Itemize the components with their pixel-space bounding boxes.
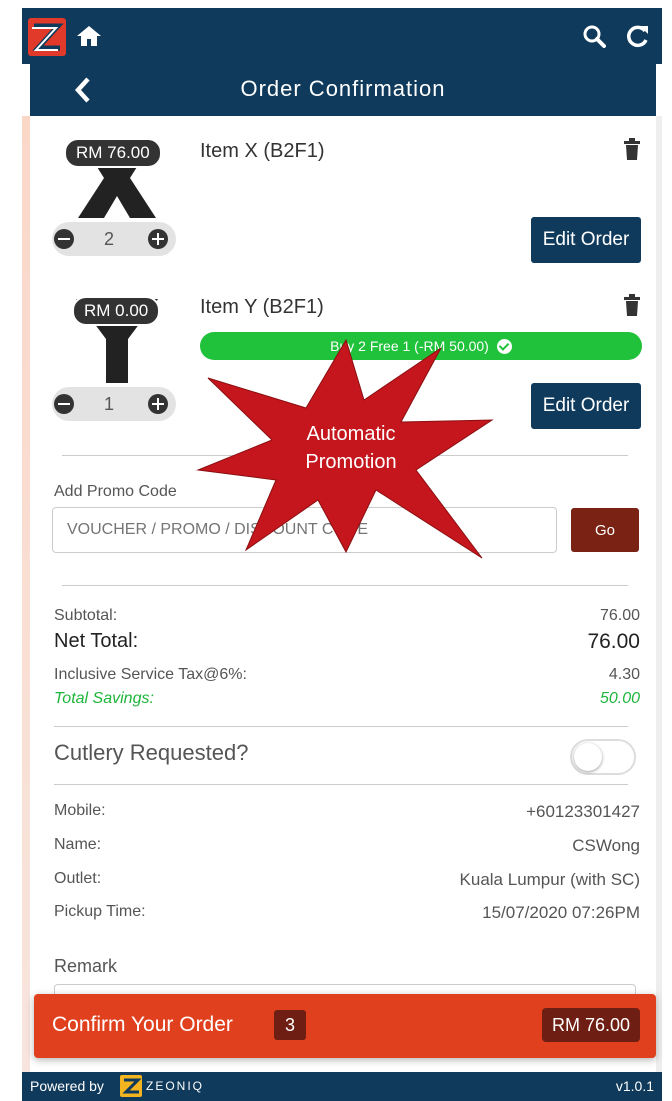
savings-value: 50.00 — [599, 690, 640, 707]
name-row: Name: CSWong — [54, 836, 640, 856]
mobile-value: +60123301427 — [526, 802, 640, 821]
top-app-bar — [22, 8, 662, 64]
apply-promo-button[interactable]: Go — [571, 508, 639, 552]
quantity-stepper: 1 — [52, 387, 176, 421]
edit-order-button[interactable]: Edit Order — [531, 217, 641, 263]
annotation-text: Automatic Promotion — [296, 420, 406, 476]
page-title: Order Confirmation — [240, 76, 446, 101]
tax-row: Inclusive Service Tax@6%: 4.30 — [54, 666, 640, 684]
pickup-row: Pickup Time: 15/07/2020 07:26PM — [54, 903, 640, 923]
tax-label: Inclusive Service Tax@6%: — [54, 666, 247, 683]
toggle-knob — [574, 743, 602, 771]
search-icon[interactable] — [582, 24, 606, 48]
zeoniq-logo-icon — [120, 1075, 142, 1097]
logo-mark-icon — [32, 23, 64, 51]
item-count-badge: 3 — [274, 1010, 306, 1040]
item-price: RM 76.00 — [64, 138, 162, 168]
subtotal-value: 76.00 — [599, 607, 640, 624]
net-total-value: 76.00 — [587, 630, 640, 653]
title-bar: Order Confirmation — [30, 64, 656, 116]
version-label: v1.0.1 — [615, 1078, 654, 1094]
home-icon[interactable] — [76, 24, 102, 48]
brand-name: ZEONIQ — [146, 1079, 205, 1093]
item-price: RM 0.00 — [72, 296, 161, 326]
outlet-value: Kuala Lumpur (with SC) — [459, 870, 640, 889]
powered-by-text: Powered by — [30, 1078, 104, 1094]
item-name: Item Y (B2F1) — [200, 296, 324, 318]
divider — [54, 784, 628, 785]
confirm-label: Confirm Your Order — [52, 1013, 233, 1036]
cutlery-toggle[interactable] — [570, 739, 636, 775]
cutlery-label: Cutlery Requested? — [54, 740, 249, 765]
pickup-value: 15/07/2020 07:26PM — [482, 903, 640, 922]
increment-button[interactable] — [148, 229, 168, 249]
net-total-label: Net Total: — [54, 630, 139, 652]
pickup-label: Pickup Time: — [54, 903, 146, 920]
edit-order-button[interactable]: Edit Order — [531, 383, 641, 429]
annotation-line: Promotion — [305, 451, 397, 473]
refresh-icon[interactable] — [626, 24, 650, 48]
savings-label: Total Savings: — [54, 690, 154, 707]
tax-value: 4.30 — [608, 666, 640, 683]
scrollbar-track[interactable] — [656, 116, 662, 1101]
quantity-value: 2 — [104, 229, 115, 249]
divider — [54, 726, 628, 727]
app-logo[interactable] — [28, 18, 66, 56]
remark-label: Remark — [54, 956, 118, 976]
subtotal-label: Subtotal: — [54, 607, 118, 624]
subtotal-row: Subtotal: 76.00 — [54, 607, 640, 625]
order-total-badge: RM 76.00 — [542, 1008, 640, 1042]
divider — [62, 585, 628, 586]
decrement-button[interactable] — [54, 229, 74, 249]
quantity-stepper: 2 — [52, 222, 176, 256]
trash-icon[interactable] — [623, 138, 641, 160]
mobile-label: Mobile: — [54, 802, 106, 819]
mobile-row: Mobile: +60123301427 — [54, 802, 640, 822]
confirm-order-button[interactable]: Confirm Your Order 3 RM 76.00 — [34, 994, 656, 1058]
footer: Powered by ZEONIQ v1.0.1 — [22, 1072, 662, 1101]
side-gutter — [22, 116, 30, 1101]
check-circle-icon — [496, 338, 512, 354]
promo-code-label: Add Promo Code — [54, 483, 177, 500]
net-total-row: Net Total: 76.00 — [54, 630, 640, 654]
increment-button[interactable] — [148, 394, 168, 414]
name-value: CSWong — [572, 836, 640, 855]
annotation-line: Automatic — [306, 423, 396, 445]
outlet-row: Outlet: Kuala Lumpur (with SC) — [54, 870, 640, 890]
quantity-value: 1 — [104, 394, 115, 414]
savings-row: Total Savings: 50.00 — [54, 690, 640, 708]
outlet-label: Outlet: — [54, 870, 102, 887]
decrement-button[interactable] — [54, 394, 74, 414]
trash-icon[interactable] — [623, 294, 641, 316]
item-name: Item X (B2F1) — [200, 140, 325, 162]
name-label: Name: — [54, 836, 102, 853]
